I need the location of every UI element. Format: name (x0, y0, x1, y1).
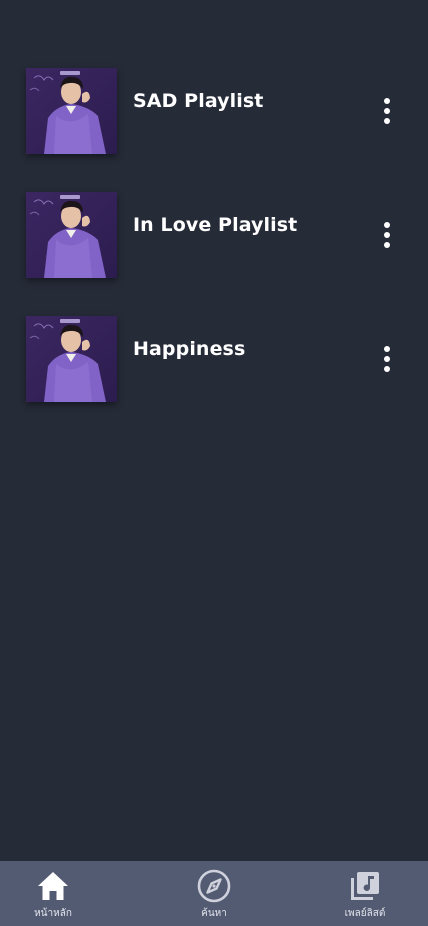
nav-item-home[interactable]: หน้าหลัก (3, 861, 103, 926)
nav-playlists-label: เพลย์ลิสต์ (344, 908, 386, 919)
compass-icon (197, 869, 231, 903)
nav-item-playlists[interactable]: เพลย์ลิสต์ (315, 861, 415, 926)
home-icon (38, 872, 68, 900)
playlists-screen: SAD Playlist In Love Playlist Happiness … (0, 0, 428, 926)
library-music-icon (351, 872, 379, 900)
playlist-item-in-love[interactable]: In Love Playlist (0, 192, 428, 278)
bottom-navigation-bar: หน้าหลัก ค้นหา เพลย์ลิสต์ (0, 861, 428, 926)
nav-home-label: หน้าหลัก (34, 908, 72, 919)
album-cover-icon (26, 316, 117, 402)
playlist-title: Happiness (133, 338, 246, 360)
album-cover-icon (26, 192, 117, 278)
more-options-icon[interactable] (372, 342, 402, 376)
album-cover-icon (26, 68, 117, 154)
nav-search-label: ค้นหา (201, 908, 227, 919)
playlist-item-sad[interactable]: SAD Playlist (0, 68, 428, 154)
playlist-title: In Love Playlist (133, 214, 298, 236)
playlist-item-happiness[interactable]: Happiness (0, 316, 428, 402)
playlist-title: SAD Playlist (133, 90, 264, 112)
nav-item-search[interactable]: ค้นหา (164, 861, 264, 926)
playlist-list: SAD Playlist In Love Playlist Happiness (0, 68, 428, 440)
more-options-icon[interactable] (372, 94, 402, 128)
more-options-icon[interactable] (372, 218, 402, 252)
